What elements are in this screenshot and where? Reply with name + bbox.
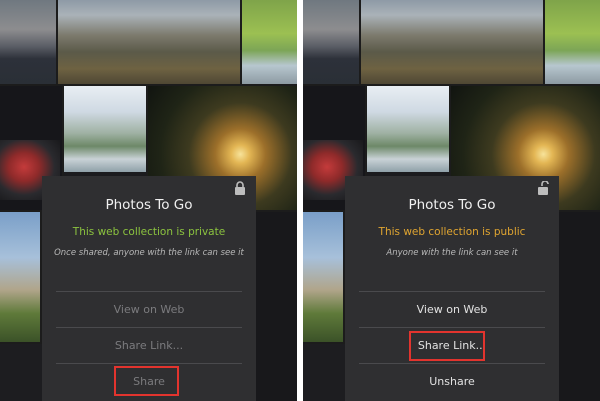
photo-thumbnail-river[interactable] <box>242 0 297 84</box>
grid-background-right <box>256 212 297 401</box>
photo-thumbnail-hills[interactable] <box>0 212 40 342</box>
share-button-highlight <box>114 366 179 396</box>
unlock-icon <box>538 181 549 195</box>
share-note: Once shared, anyone with the link can se… <box>54 248 244 258</box>
view-on-web-button[interactable]: View on Web <box>345 303 559 316</box>
unshare-button[interactable]: Unshare <box>345 375 559 388</box>
right-screen-public: Photos To Go This web collection is publ… <box>303 0 600 401</box>
dialog-title: Photos To Go <box>105 197 193 213</box>
photo-thumbnail-mountains[interactable] <box>0 0 56 84</box>
photo-thumbnail-river[interactable] <box>545 0 600 84</box>
photo-thumbnail-fishing[interactable] <box>64 86 146 172</box>
divider <box>56 327 242 328</box>
photo-thumbnail-mountains[interactable] <box>303 0 359 84</box>
photo-thumbnail-fishing[interactable] <box>367 86 449 172</box>
photo-thumbnail-field-trees[interactable] <box>361 0 543 84</box>
grid-background-right <box>559 212 600 401</box>
photo-thumbnail-hills[interactable] <box>303 212 343 342</box>
share-link-button[interactable]: Share Link... <box>42 339 256 352</box>
share-dialog: Photos To Go This web collection is publ… <box>345 176 559 401</box>
divider <box>359 363 545 364</box>
share-link-button-highlight <box>409 331 485 361</box>
collection-status: This web collection is public <box>378 226 526 238</box>
photo-thumbnail-field-trees[interactable] <box>58 0 240 84</box>
divider <box>56 291 242 292</box>
left-screen-private: Photos To Go This web collection is priv… <box>0 0 297 401</box>
divider <box>359 327 545 328</box>
view-on-web-button[interactable]: View on Web <box>42 303 256 316</box>
comparison-stage: Photos To Go This web collection is priv… <box>0 0 600 401</box>
share-note: Anyone with the link can see it <box>386 248 518 258</box>
collection-status: This web collection is private <box>72 226 226 238</box>
dialog-title: Photos To Go <box>408 197 496 213</box>
divider <box>56 363 242 364</box>
lock-icon <box>235 181 245 195</box>
divider <box>359 291 545 292</box>
